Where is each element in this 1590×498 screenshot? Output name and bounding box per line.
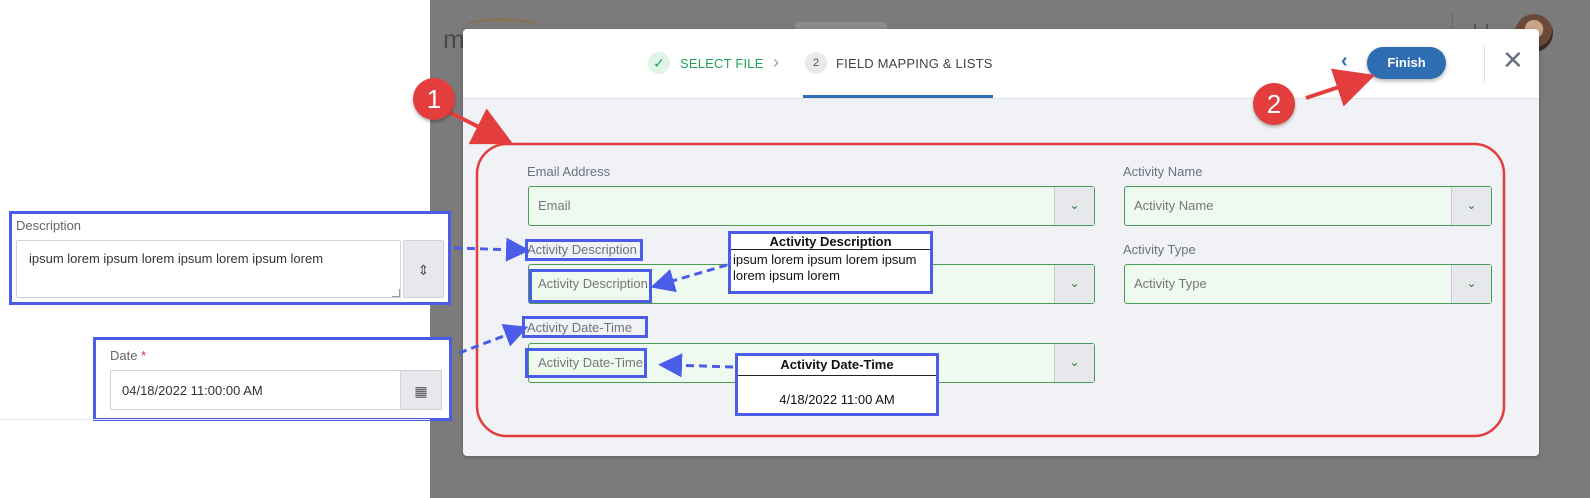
- step-badge-1: 1: [413, 78, 455, 120]
- annotation-overlay: [448, 68, 1506, 438]
- arrow-callout-to-description-field: [650, 263, 728, 293]
- mapping-area-highlight: [475, 142, 1506, 438]
- arrow-to-finish: [1305, 68, 1376, 107]
- arrow-date-to-label: [458, 324, 529, 355]
- arrow-description-to-label: [453, 237, 530, 262]
- step-badge-2: 2: [1253, 83, 1295, 125]
- arrow-callout-to-datetime-field: [658, 353, 734, 378]
- arrow-to-mapping-area: [448, 108, 514, 145]
